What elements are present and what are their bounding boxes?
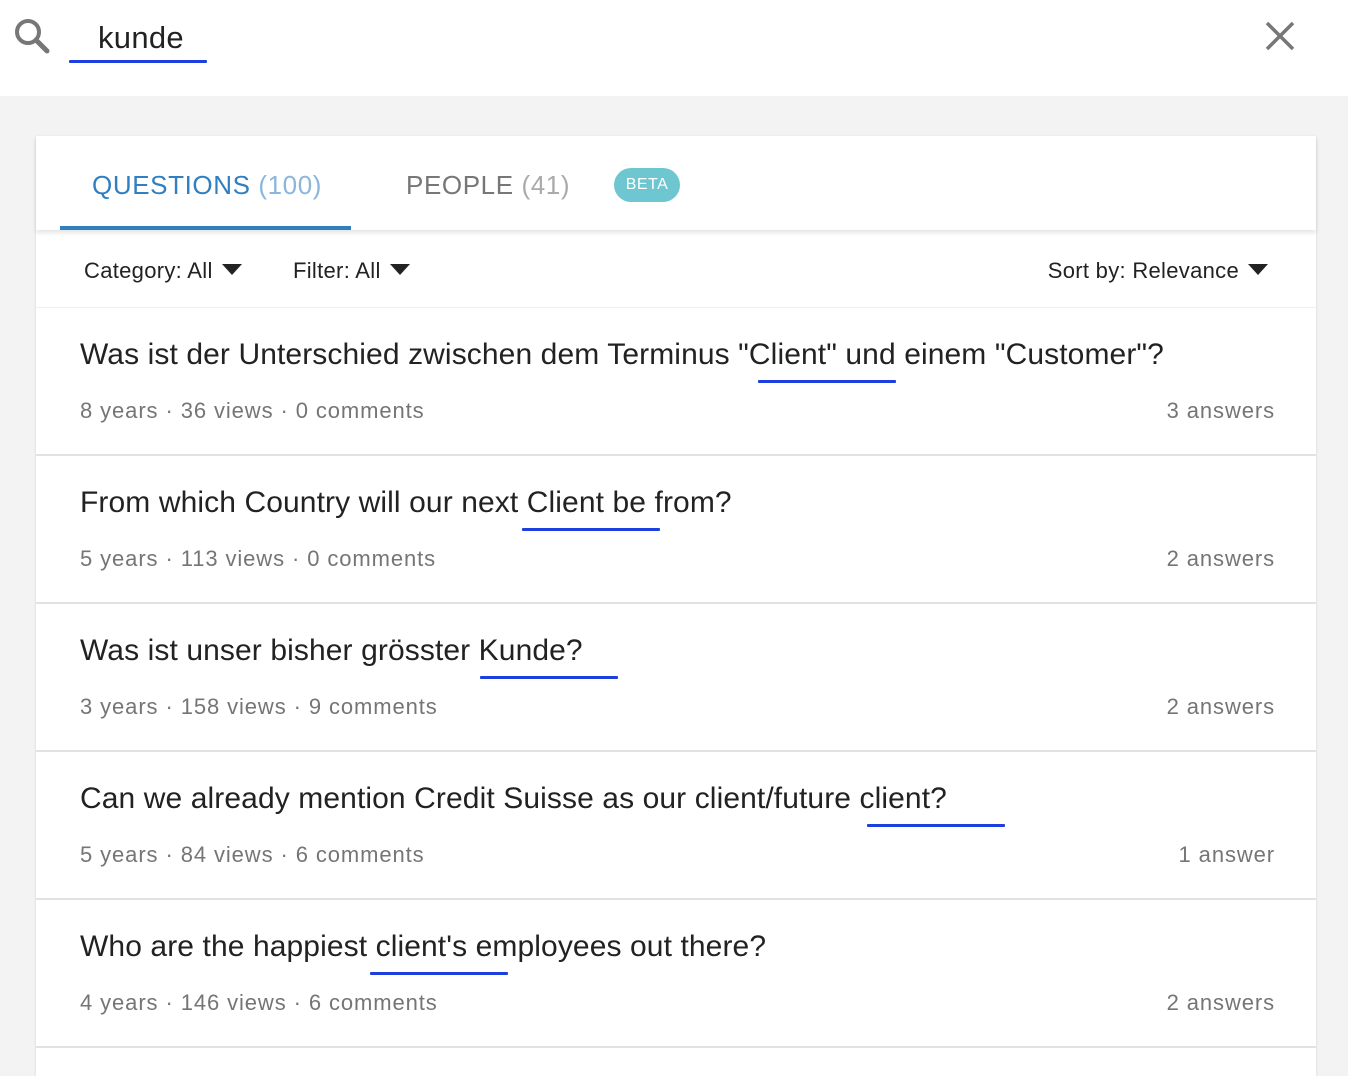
result-title[interactable]: Was ist der Unterschied zwischen dem Ter… [80, 338, 1164, 372]
keyword-highlight [867, 824, 1005, 827]
result-item[interactable]: From which Country will our next Client … [36, 456, 1316, 604]
result-title[interactable]: Can we already mention Credit Suisse as … [80, 782, 947, 816]
tab-people[interactable]: PEOPLE (41) [406, 170, 570, 201]
category-dropdown-label: Category: All [84, 258, 213, 283]
tab-questions-label: QUESTIONS [92, 170, 251, 200]
search-input[interactable]: kunde [98, 20, 184, 56]
result-answers: 1 answer [1178, 842, 1275, 867]
result-item[interactable]: Who are the happiest client's employees … [36, 900, 1316, 1048]
keyword-highlight [758, 380, 896, 383]
search-icon[interactable] [12, 16, 52, 56]
result-meta: 3 years · 158 views · 9 comments [80, 694, 438, 719]
filter-bar: Category: All Filter: All Sort by: Relev… [36, 230, 1316, 308]
keyword-highlight [370, 972, 508, 975]
result-title[interactable]: Who are the happiest client's employees … [80, 930, 766, 964]
result-item[interactable]: Was ist unser bisher grösster Kunde? 3 y… [36, 604, 1316, 752]
result-answers: 2 answers [1166, 546, 1275, 571]
search-input-underline [69, 60, 207, 63]
sort-dropdown-label: Sort by: Relevance [1047, 258, 1239, 283]
tab-people-label: PEOPLE [406, 170, 514, 200]
result-title[interactable]: Was ist unser bisher grösster Kunde? [80, 634, 583, 668]
result-tabs: QUESTIONS (100) PEOPLE (41) BETA [36, 136, 1316, 230]
caret-down-icon [1248, 264, 1268, 275]
caret-down-icon [221, 264, 242, 275]
sort-dropdown[interactable]: Sort by: Relevance [1048, 258, 1268, 284]
category-dropdown[interactable]: Category: All [84, 258, 242, 284]
search-results-card: QUESTIONS (100) PEOPLE (41) BETA Categor… [36, 136, 1316, 1076]
keyword-highlight [522, 528, 660, 531]
tab-questions[interactable]: QUESTIONS (100) [92, 170, 322, 201]
filter-dropdown-label: Filter: All [293, 258, 381, 283]
result-title[interactable]: From which Country will our next Client … [80, 486, 732, 520]
close-icon[interactable] [1262, 18, 1298, 54]
result-meta: 5 years · 113 views · 0 comments [80, 546, 437, 571]
caret-down-icon [389, 264, 410, 275]
result-item[interactable]: Can we already mention Credit Suisse as … [36, 752, 1316, 900]
result-answers: 2 answers [1166, 694, 1275, 719]
result-item[interactable]: Was ist der Unterschied zwischen dem Ter… [36, 308, 1316, 456]
keyword-highlight [480, 676, 618, 679]
filter-dropdown[interactable]: Filter: All [293, 258, 410, 284]
result-meta: 8 years · 36 views · 0 comments [80, 398, 425, 423]
search-bar: kunde [0, 0, 1348, 96]
active-tab-indicator [60, 226, 351, 230]
tab-questions-count: (100) [258, 170, 323, 200]
result-meta: 5 years · 84 views · 6 comments [80, 842, 425, 867]
result-answers: 2 answers [1166, 990, 1275, 1015]
result-answers: 3 answers [1166, 398, 1275, 423]
tab-people-count: (41) [521, 170, 571, 200]
result-meta: 4 years · 146 views · 6 comments [80, 990, 438, 1015]
beta-badge: BETA [614, 168, 680, 202]
results-list: Was ist der Unterschied zwischen dem Ter… [36, 308, 1316, 1048]
